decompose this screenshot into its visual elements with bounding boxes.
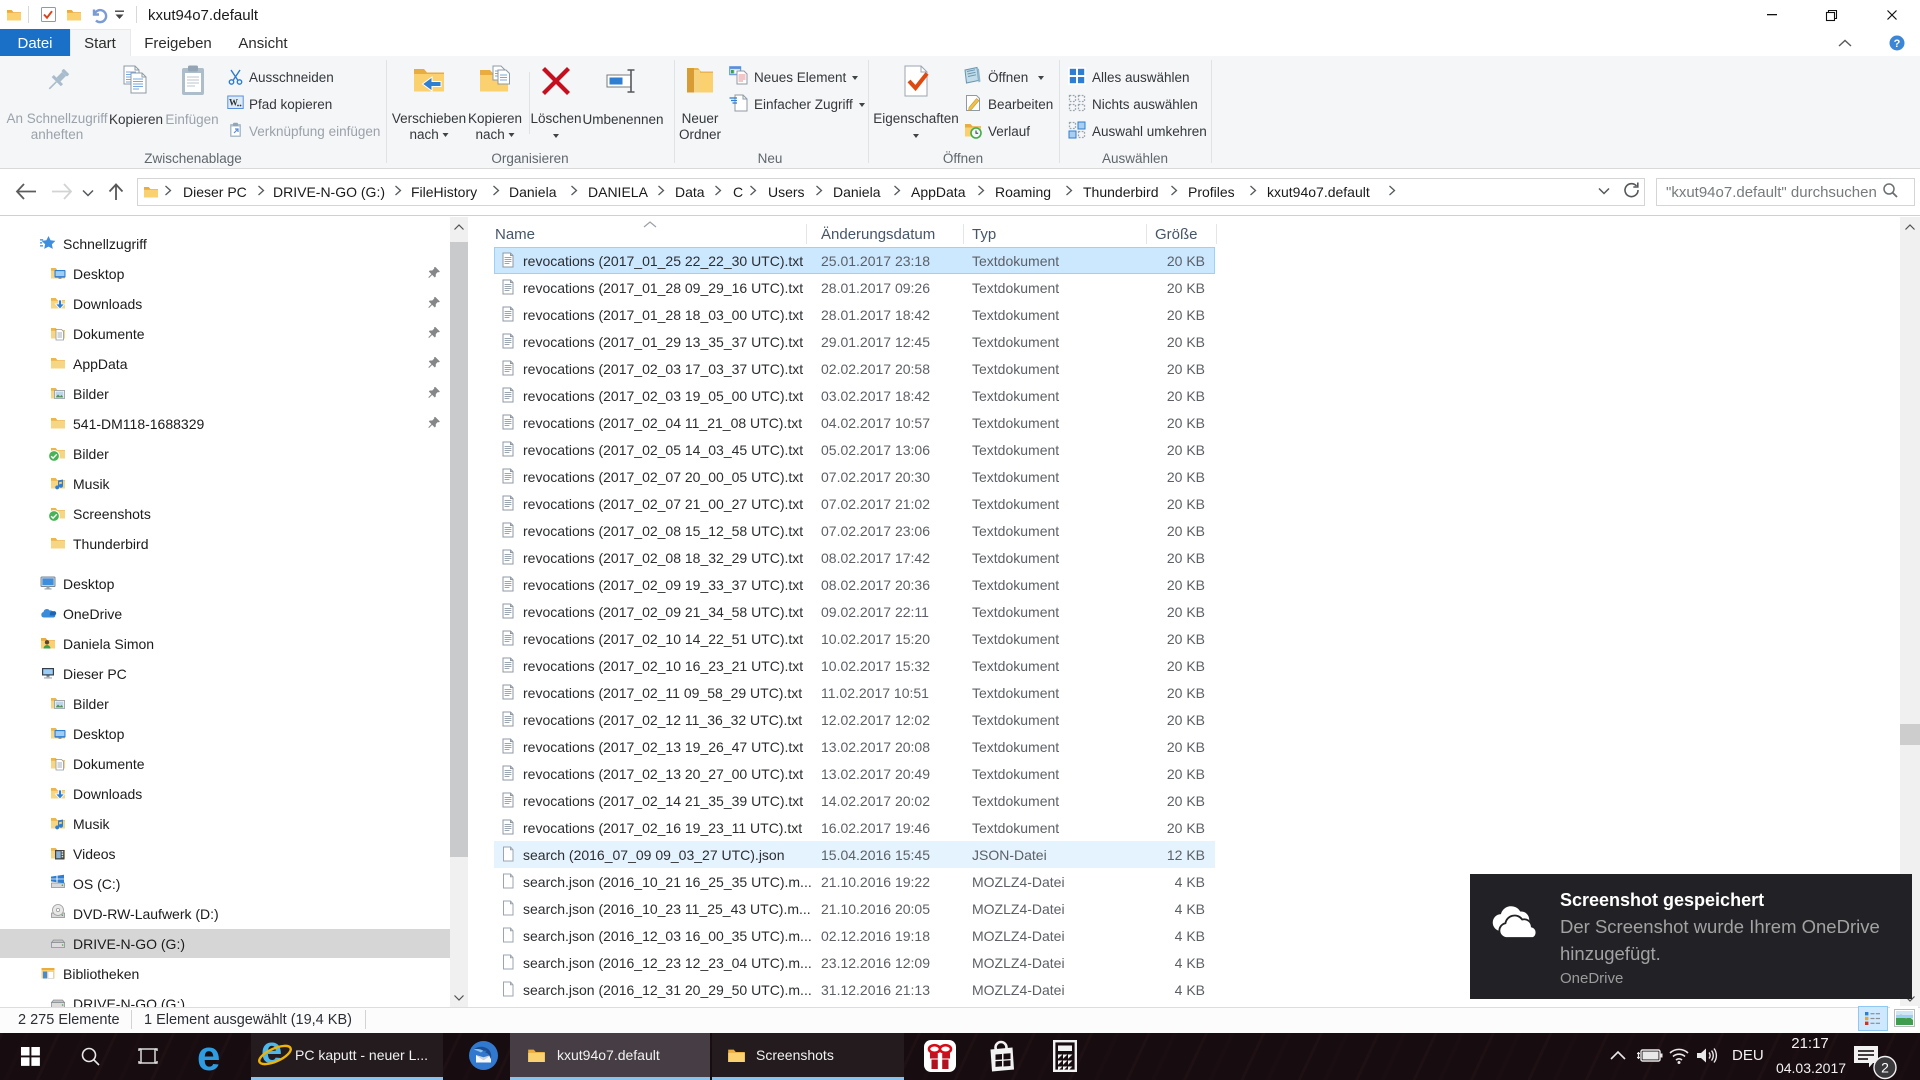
svg-text:W: W: [229, 98, 238, 108]
svg-text:?: ?: [1894, 38, 1901, 50]
svg-text:2: 2: [1881, 1060, 1889, 1076]
